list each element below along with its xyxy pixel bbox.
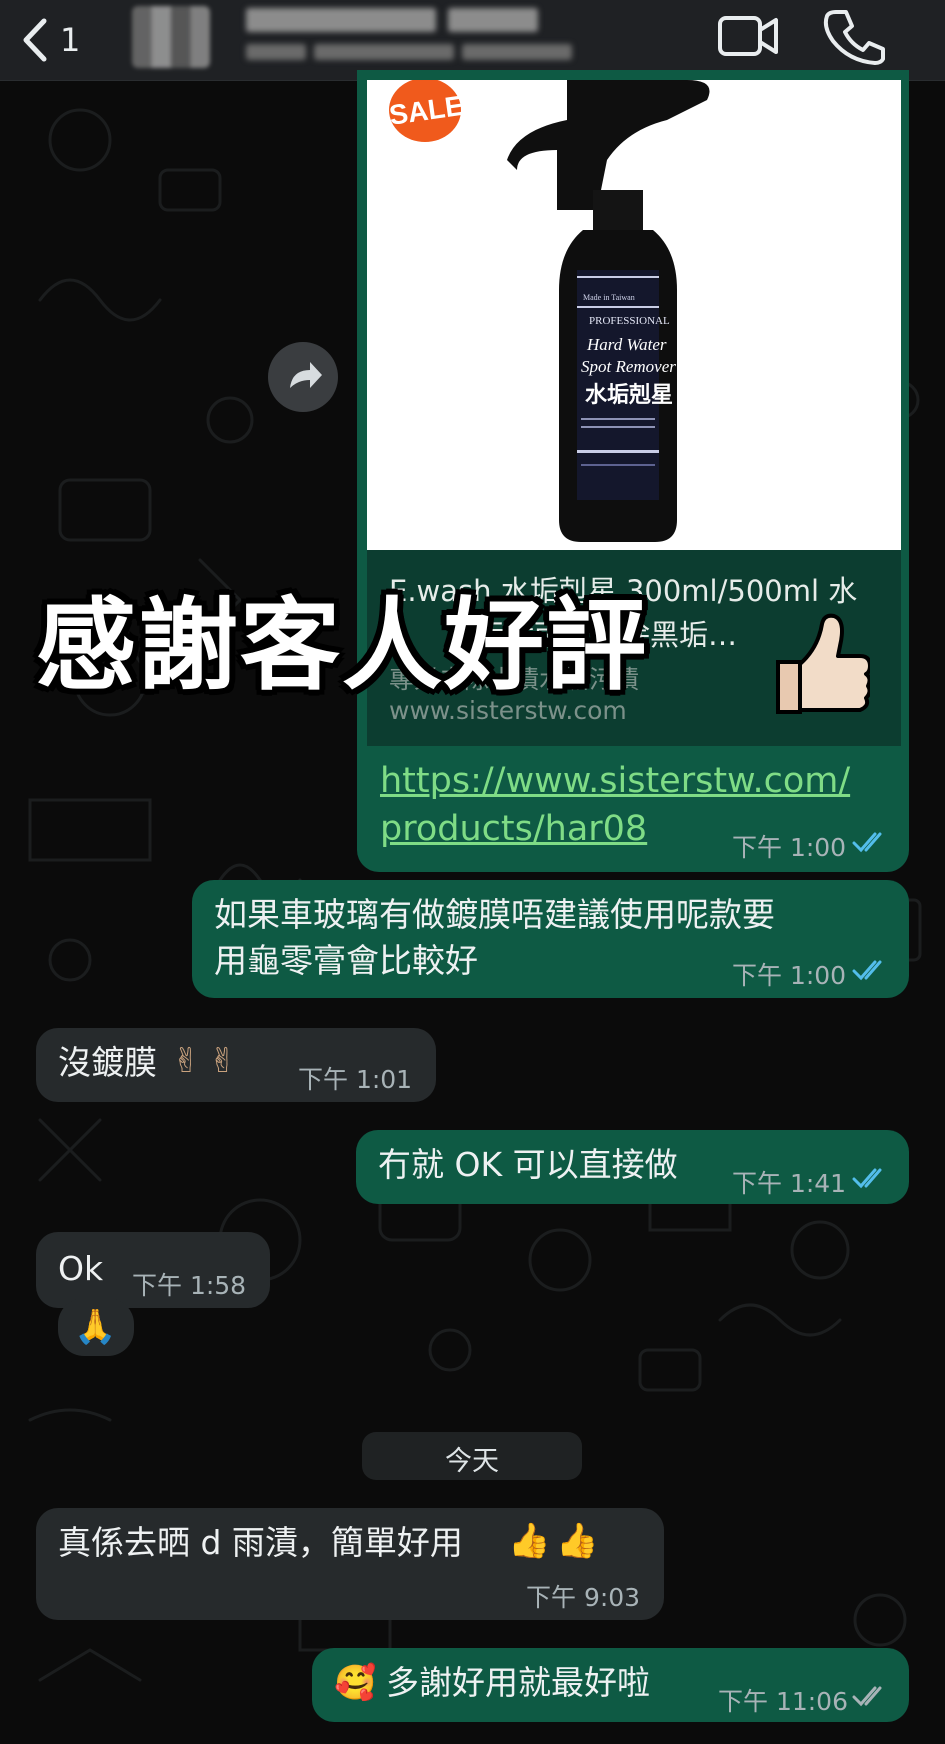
message-time: 下午 1:00 <box>732 961 847 990</box>
phone-icon <box>823 10 885 65</box>
chevron-left-icon <box>23 18 47 62</box>
message-text: 真係去晒 d 雨漬，簡單好用 <box>58 1523 463 1562</box>
message-text-line1: 如果車玻璃有做鍍膜唔建議使用呢款要 <box>214 895 775 934</box>
product-preview-image[interactable]: SALE! Made in Taiwan PROFESSIONAL Hard W… <box>367 80 901 550</box>
date-divider-label: 今天 <box>445 1446 499 1477</box>
message-text: 沒鍍膜 <box>58 1043 157 1082</box>
victory-hand-emoji: ✌✌ <box>172 1041 245 1081</box>
svg-text:Hard Water: Hard Water <box>586 335 667 354</box>
contact-name-blurred[interactable] <box>246 8 626 34</box>
message-time: 下午 1:41 <box>732 1169 847 1198</box>
svg-text:Spot Remover: Spot Remover <box>581 357 676 376</box>
video-camera-icon <box>718 16 778 56</box>
date-divider: 今天 <box>362 1432 582 1480</box>
overlay-caption: 感謝客人好評 <box>36 586 648 704</box>
svg-text:Made in Taiwan: Made in Taiwan <box>583 293 635 302</box>
smiling-hearts-emoji: 🥰 <box>334 1663 377 1703</box>
message-time: 下午 1:01 <box>298 1065 413 1094</box>
sale-badge: SALE! <box>387 80 475 142</box>
svg-text:PROFESSIONAL: PROFESSIONAL <box>589 315 670 327</box>
message-text-line2: 用龜零膏會比較好 <box>214 941 478 980</box>
video-call-button[interactable] <box>716 8 780 64</box>
message-text: 冇就 OK 可以直接做 <box>378 1145 678 1184</box>
voice-call-button[interactable] <box>822 6 886 66</box>
thumbs-up-emoji: 👍👍 <box>508 1521 605 1561</box>
folded-hands-emoji: 🙏 <box>74 1307 117 1347</box>
thumbs-up-icon <box>776 613 870 714</box>
read-ticks-icon <box>852 1168 882 1189</box>
spray-bottle-image: SALE! Made in Taiwan PROFESSIONAL Hard W… <box>387 80 710 542</box>
message-time: 下午 11:06 <box>718 1687 848 1716</box>
delivered-ticks-icon <box>852 1686 882 1707</box>
contact-status-blurred <box>246 44 626 64</box>
svg-text:水垢剋星: 水垢剋星 <box>585 382 673 408</box>
chat-header: 1 <box>0 0 945 81</box>
back-button[interactable]: 1 <box>20 12 110 68</box>
contact-avatar[interactable] <box>132 6 210 68</box>
unread-count: 1 <box>60 21 81 59</box>
forward-button[interactable] <box>268 342 338 412</box>
product-link-line1[interactable]: https://www.sisterstw.com/ <box>380 757 850 805</box>
read-ticks-icon <box>852 832 882 853</box>
message-text: 多謝好用就最好啦 <box>386 1663 650 1702</box>
message-time: 下午 1:58 <box>132 1271 247 1300</box>
message-text: Ok <box>58 1249 104 1288</box>
message-time: 下午 1:00 <box>732 833 847 862</box>
read-ticks-icon <box>852 960 882 981</box>
forward-arrow-icon <box>290 362 322 388</box>
message-time: 下午 9:03 <box>526 1583 641 1612</box>
